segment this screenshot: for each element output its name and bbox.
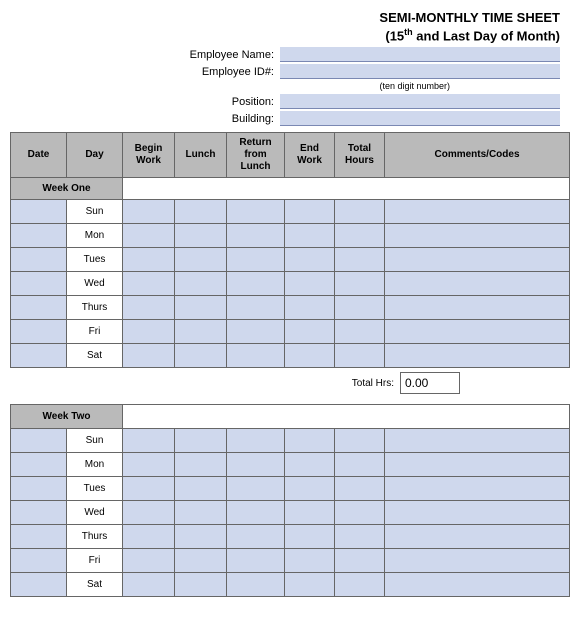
col-day: Day bbox=[67, 133, 123, 178]
table-row: Sat bbox=[11, 344, 570, 368]
col-date: Date bbox=[11, 133, 67, 178]
col-total: Total Hours bbox=[335, 133, 385, 178]
table-row: Fri bbox=[11, 549, 570, 573]
col-begin: Begin Work bbox=[123, 133, 175, 178]
form-title: SEMI-MONTHLY TIME SHEET (15th and Last D… bbox=[10, 10, 570, 45]
week1-total-value: 0.00 bbox=[400, 372, 460, 394]
week2-label: Week Two bbox=[11, 405, 123, 429]
col-return: Return from Lunch bbox=[227, 133, 285, 178]
table-row: Wed bbox=[11, 272, 570, 296]
col-end: End Work bbox=[285, 133, 335, 178]
table-row: Sat bbox=[11, 573, 570, 597]
table-row: Mon bbox=[11, 453, 570, 477]
week1-label: Week One bbox=[11, 178, 123, 200]
table-row: Thurs bbox=[11, 296, 570, 320]
table-row: Wed bbox=[11, 501, 570, 525]
week1-total-row: Total Hrs: 0.00 bbox=[10, 372, 570, 394]
table-row: Thurs bbox=[11, 525, 570, 549]
position-input[interactable] bbox=[280, 94, 560, 109]
table-row: Sun bbox=[11, 429, 570, 453]
table-row: Tues bbox=[11, 477, 570, 501]
col-lunch: Lunch bbox=[175, 133, 227, 178]
header-row: Date Day Begin Work Lunch Return from Lu… bbox=[11, 133, 570, 178]
position-label: Position: bbox=[232, 96, 280, 108]
week1-label-row: Week One bbox=[11, 178, 570, 200]
table-row: Sun bbox=[11, 200, 570, 224]
employee-name-label: Employee Name: bbox=[190, 49, 280, 61]
employee-name-input[interactable] bbox=[280, 47, 560, 62]
employee-id-hint: (ten digit number) bbox=[10, 81, 560, 91]
timesheet-week2-table: Week Two Sun Mon Tues Wed Thurs Fri Sat bbox=[10, 404, 570, 597]
week2-label-row: Week Two bbox=[11, 405, 570, 429]
building-input[interactable] bbox=[280, 111, 560, 126]
week1-total-label: Total Hrs: bbox=[346, 374, 400, 393]
table-row: Mon bbox=[11, 224, 570, 248]
employee-id-input[interactable] bbox=[280, 64, 560, 79]
employee-id-label: Employee ID#: bbox=[202, 66, 280, 78]
building-label: Building: bbox=[232, 113, 280, 125]
col-comments: Comments/Codes bbox=[385, 133, 570, 178]
timesheet-week1-table: Date Day Begin Work Lunch Return from Lu… bbox=[10, 132, 570, 368]
table-row: Tues bbox=[11, 248, 570, 272]
table-row: Fri bbox=[11, 320, 570, 344]
